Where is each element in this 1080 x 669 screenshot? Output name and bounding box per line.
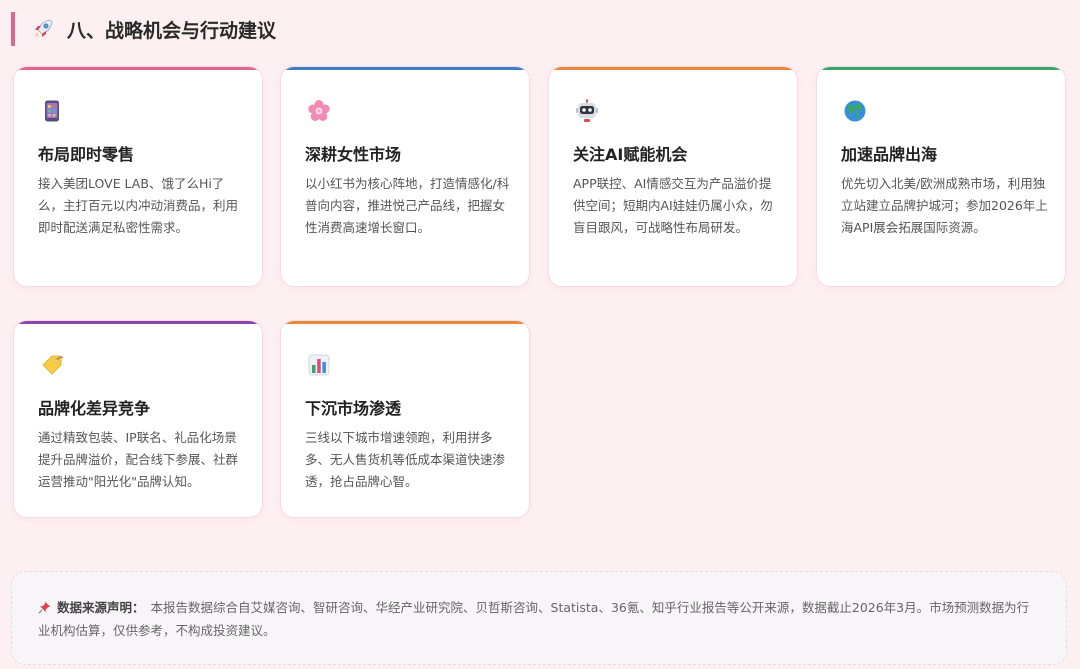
card-description: 接入美团LOVE LAB、饿了么Hi了么，主打百元以内冲动消费品，利用即时配送满…	[38, 176, 239, 235]
card-description: 以小红书为核心阵地，打造情感化/科普向内容，推进悦己产品线，把握女性消费高速增长…	[305, 176, 510, 235]
card-title: 关注AI赋能机会	[573, 145, 688, 164]
card-go-global: 加速品牌出海 优先切入北美/欧洲成熟市场，利用独立站建立品牌护城河；参加2026…	[816, 66, 1066, 287]
card-description: APP联控、AI情感交互为产品溢价提供空间；短期内AI娃娃仍属小众，勿盲目跟风，…	[573, 176, 773, 235]
card-title: 品牌化差异竞争	[38, 399, 151, 418]
mobile-phone-icon	[40, 99, 64, 123]
data-source-note: 数据来源声明： 本报告数据综合自艾媒咨询、智研咨询、华经产业研究院、贝哲斯咨询、S…	[11, 571, 1067, 665]
bar-chart-icon	[307, 353, 331, 377]
card-female-market: 深耕女性市场 以小红书为核心阵地，打造情感化/科普向内容，推进悦己产品线，把握女…	[280, 66, 530, 287]
card-instant-retail: 布局即时零售 接入美团LOVE LAB、饿了么Hi了么，主打百元以内冲动消费品，…	[13, 66, 263, 287]
pushpin-icon	[38, 598, 51, 614]
card-description: 通过精致包装、IP联名、礼品化场景提升品牌溢价，配合线下参展、社群运营推动"阳光…	[38, 430, 239, 489]
section-header: 八、战略机会与行动建议	[11, 12, 276, 46]
card-description: 三线以下城市增速领跑，利用拼多多、无人售货机等低成本渠道快速渗透，抢占品牌心智。	[305, 430, 506, 489]
data-source-label: 数据来源声明：	[57, 600, 145, 615]
flower-icon	[307, 99, 331, 123]
card-ai-opportunity: 关注AI赋能机会 APP联控、AI情感交互为产品溢价提供空间；短期内AI娃娃仍属…	[548, 66, 798, 287]
tag-icon	[40, 353, 64, 377]
card-title: 加速品牌出海	[841, 145, 938, 164]
rocket-icon	[31, 17, 55, 41]
card-title: 布局即时零售	[38, 145, 135, 164]
card-description: 优先切入北美/欧洲成熟市场，利用独立站建立品牌护城河；参加2026年上海API展…	[841, 176, 1048, 235]
section-title: 八、战略机会与行动建议	[67, 19, 277, 42]
card-lower-tier-market: 下沉市场渗透 三线以下城市增速领跑，利用拼多多、无人售货机等低成本渠道快速渗透，…	[280, 320, 530, 518]
card-title: 深耕女性市场	[305, 145, 402, 164]
card-brand-differentiation: 品牌化差异竞争 通过精致包装、IP联名、礼品化场景提升品牌溢价，配合线下参展、社…	[13, 320, 263, 518]
card-title: 下沉市场渗透	[305, 399, 402, 418]
data-source-text: 本报告数据综合自艾媒咨询、智研咨询、华经产业研究院、贝哲斯咨询、Statista…	[38, 600, 1030, 638]
globe-icon	[843, 99, 867, 123]
robot-icon	[575, 99, 599, 123]
